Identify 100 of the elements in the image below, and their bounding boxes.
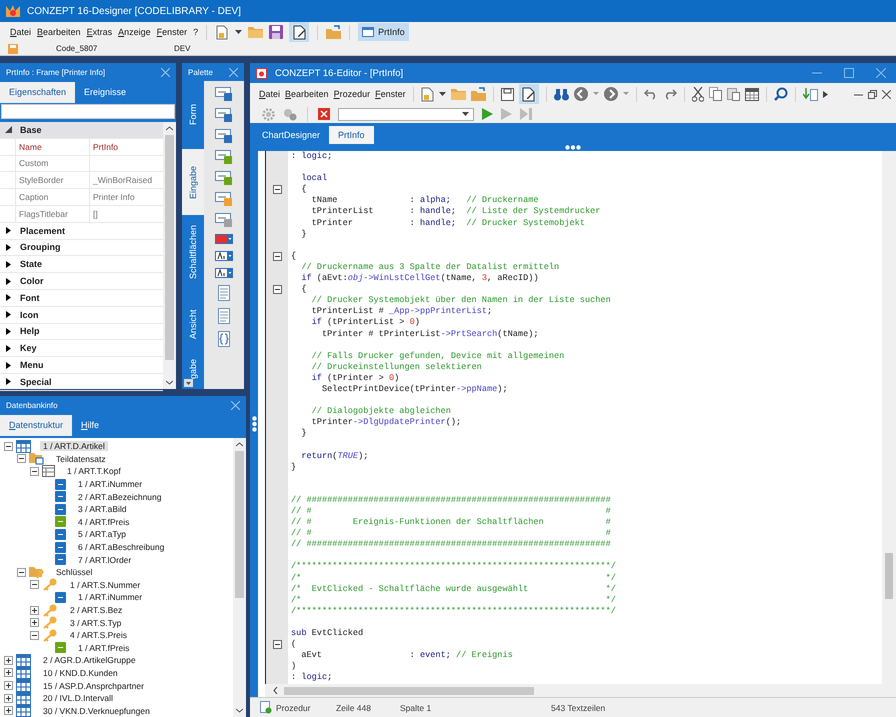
tree-item[interactable]: 1 / ART.T.Kopf: [64, 466, 124, 476]
fold-icon[interactable]: [272, 640, 282, 650]
expander-icon[interactable]: [30, 580, 39, 590]
menu-item[interactable]: Fenster: [156, 27, 188, 37]
calendar-icon[interactable]: [744, 87, 759, 101]
expander-icon[interactable]: [17, 454, 26, 464]
play-icon[interactable]: [482, 108, 493, 120]
restore-icon[interactable]: [868, 90, 877, 98]
palette-tab[interactable]: Form: [182, 81, 204, 149]
scroll-down-icon[interactable]: [166, 380, 173, 385]
expand-triangle-icon[interactable]: [5, 311, 12, 318]
tree-item[interactable]: 20 / IVL.D.Intervall: [40, 693, 116, 704]
panel-tab[interactable]: Hilfe: [72, 415, 108, 436]
stop-icon[interactable]: [318, 108, 330, 120]
menu-item[interactable]: Fenster: [375, 89, 406, 99]
tree-item[interactable]: 5 / ART.aTyp: [75, 529, 130, 540]
tree-item[interactable]: 30 / VKN.D.Verknuepfungen: [40, 706, 153, 716]
tree-item[interactable]: 2 / AGR.D.ArtikelGruppe: [40, 655, 139, 666]
scroll-left-icon[interactable]: [273, 687, 278, 694]
copy-icon[interactable]: [708, 87, 722, 101]
tree-item[interactable]: 10 / KND.D.Kunden: [40, 668, 121, 678]
scroll-up-icon[interactable]: [236, 442, 243, 447]
tree-item[interactable]: 1 / ART.D.Artikel: [40, 441, 108, 452]
save-icon[interactable]: [500, 88, 514, 100]
menu-item[interactable]: Datei: [259, 89, 280, 99]
back-icon[interactable]: [574, 87, 588, 101]
expander-icon[interactable]: [4, 442, 13, 451]
save-icon[interactable]: [269, 25, 284, 39]
property-value[interactable]: []: [93, 208, 98, 219]
property-value[interactable]: _WinBorRaised: [93, 175, 152, 186]
braces-icon[interactable]: [218, 331, 230, 347]
input-field-icon[interactable]: [215, 192, 233, 206]
document-tab[interactable]: ChartDesigner: [253, 126, 330, 144]
document-icon[interactable]: [218, 285, 230, 301]
tree-item[interactable]: 1 / ART.fPreis: [75, 642, 132, 653]
tree-item[interactable]: 1 / ART.iNummer: [75, 479, 146, 490]
scrollbar[interactable]: [163, 122, 176, 389]
property-value[interactable]: PrtInfo: [93, 142, 118, 152]
edit-document-button[interactable]: [289, 22, 310, 42]
folder-arrow-icon[interactable]: [470, 87, 486, 101]
scrollbar[interactable]: [265, 684, 896, 697]
palette-tab[interactable]: Eingabe: [182, 149, 204, 215]
tree-item[interactable]: 1 / ART.S.Nummer: [67, 580, 144, 590]
input-field-icon[interactable]: [215, 108, 233, 122]
expander-icon[interactable]: [4, 694, 13, 703]
palette-tab[interactable]: gabe: [182, 359, 204, 379]
menu-item[interactable]: Anzeige: [118, 27, 151, 37]
menu-item[interactable]: Prozedur: [334, 89, 370, 99]
expander-icon[interactable]: [17, 568, 26, 577]
panel-tab[interactable]: Eigenschaften: [0, 82, 76, 103]
edit-document-button[interactable]: [518, 84, 539, 104]
expand-triangle-icon[interactable]: [5, 244, 12, 251]
font-picker-icon[interactable]: [215, 268, 233, 278]
input-field-icon[interactable]: [215, 213, 233, 227]
expand-triangle-icon[interactable]: [5, 378, 12, 386]
expander-icon[interactable]: [30, 618, 39, 628]
splitter-handle-icon[interactable]: [565, 145, 581, 150]
cut-icon[interactable]: [692, 86, 704, 102]
expand-triangle-icon[interactable]: [5, 227, 12, 234]
color-picker-icon[interactable]: [215, 234, 233, 244]
expand-triangle-icon[interactable]: [5, 126, 12, 134]
close-icon[interactable]: [882, 90, 891, 98]
folder-arrow-icon[interactable]: [326, 25, 342, 39]
undo-icon[interactable]: [644, 88, 658, 100]
tree-item[interactable]: 3 / ART.S.Typ: [67, 618, 124, 628]
expand-triangle-icon[interactable]: [5, 328, 12, 335]
paste-icon[interactable]: [726, 87, 740, 101]
expander-icon[interactable]: [4, 668, 13, 678]
splitter-handle-icon[interactable]: [252, 416, 256, 432]
expand-triangle-icon[interactable]: [5, 278, 12, 285]
tree-item[interactable]: 3 / ART.aBild: [75, 504, 130, 514]
panel-tab[interactable]: Ereignisse: [75, 82, 136, 103]
forward-icon[interactable]: [604, 87, 618, 101]
tree-item[interactable]: 15 / ASP.D.Ansprchpartner: [40, 680, 147, 691]
menu-item[interactable]: Bearbeiten: [285, 89, 329, 99]
input-field-icon[interactable]: [215, 87, 233, 101]
new-document-icon[interactable]: [420, 86, 434, 102]
menu-item[interactable]: ?: [193, 27, 198, 37]
input-field-icon[interactable]: [215, 171, 233, 185]
binoculars-icon[interactable]: [554, 88, 569, 100]
download-document-icon[interactable]: [802, 86, 818, 102]
more-triangle-icon[interactable]: [822, 90, 828, 98]
expand-triangle-icon[interactable]: [5, 260, 12, 268]
search-icon[interactable]: [774, 87, 788, 101]
caret-icon[interactable]: [462, 112, 469, 116]
expander-icon[interactable]: [4, 706, 13, 716]
fold-icon[interactable]: [272, 285, 282, 294]
menu-item[interactable]: Datei: [10, 27, 32, 37]
palette-tab[interactable]: Ansicht: [182, 289, 204, 359]
menu-item[interactable]: Bearbeiten: [37, 27, 81, 37]
tree-item[interactable]: Schlüssel: [53, 567, 96, 578]
scroll-down-icon[interactable]: [184, 379, 193, 387]
expand-triangle-icon[interactable]: [5, 344, 12, 352]
new-document-icon[interactable]: [215, 24, 230, 40]
tree-item[interactable]: 1 / ART.iNummer: [75, 592, 146, 602]
expander-icon[interactable]: [30, 466, 39, 476]
font-picker-icon[interactable]: [215, 251, 233, 261]
document-tab[interactable]: PrtInfo: [329, 126, 374, 144]
expander-icon[interactable]: [30, 630, 39, 640]
tree-item[interactable]: 7 / ART.lOrder: [75, 554, 134, 565]
